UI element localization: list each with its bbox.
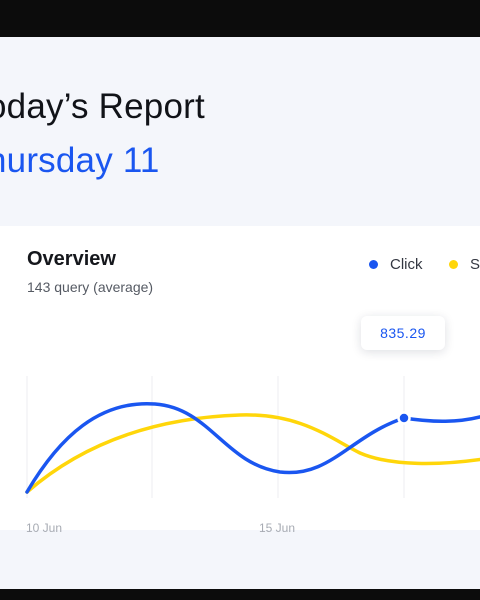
overview-line-chart: 10 Jun 15 Jun bbox=[25, 376, 480, 535]
report-header: oday’s Report hursday 11 bbox=[0, 37, 480, 225]
legend-dot-icon bbox=[448, 260, 458, 269]
overview-card: Overview 143 query (average) Click S 10 … bbox=[0, 226, 480, 535]
series-line-s bbox=[25, 413, 480, 494]
legend-item-s[interactable]: S bbox=[448, 256, 480, 273]
overview-title: Overview bbox=[27, 248, 116, 270]
overview-subtitle: 143 query (average) bbox=[27, 279, 154, 295]
chart-legend: Click S bbox=[369, 256, 480, 274]
highlighted-data-point[interactable] bbox=[397, 411, 411, 425]
app-screen: oday’s Report hursday 11 Overview 143 qu… bbox=[0, 37, 480, 589]
value-tooltip: 835.29 bbox=[361, 316, 445, 350]
page-title: oday’s Report bbox=[0, 87, 205, 126]
report-date: hursday 11 bbox=[0, 141, 160, 180]
legend-label: S bbox=[469, 256, 480, 273]
x-tick-label: 10 Jun bbox=[26, 521, 62, 535]
device-bezel bbox=[0, 589, 480, 600]
legend-label: Click bbox=[390, 256, 423, 273]
legend-dot-icon bbox=[369, 260, 378, 269]
legend-item-click[interactable]: Click bbox=[369, 256, 423, 273]
x-tick-label: 15 Jun bbox=[259, 521, 295, 535]
